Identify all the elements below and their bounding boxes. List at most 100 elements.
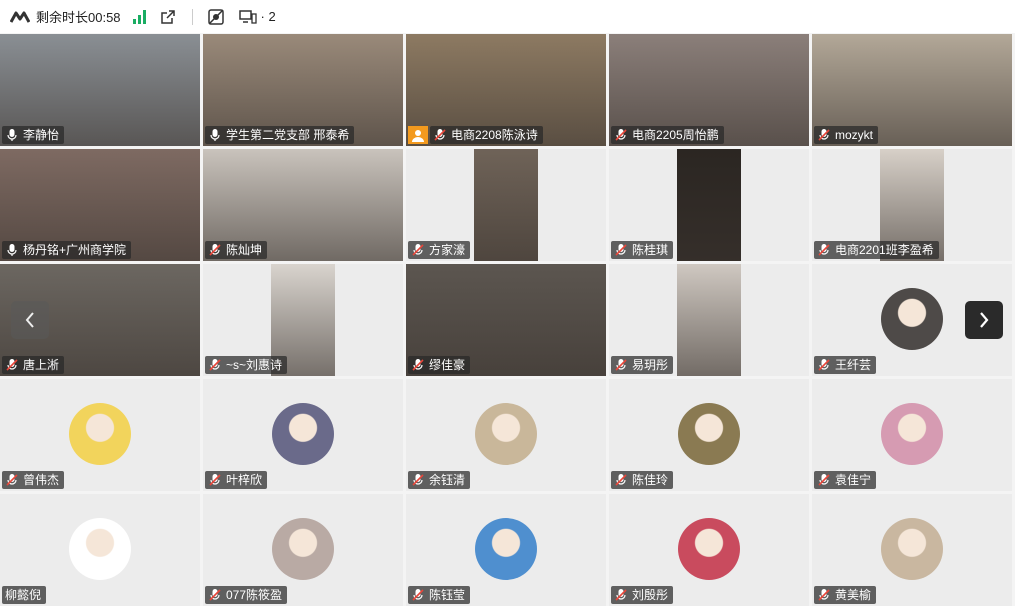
participant-name: 学生第二党支部 邢泰希 [226, 128, 350, 142]
participant-tile[interactable]: 余钰清 [406, 379, 606, 491]
participant-tile[interactable]: 黄美榆 [812, 494, 1012, 606]
participant-tile[interactable]: 袁佳宁 [812, 379, 1012, 491]
participant-name-tag: 叶梓欣 [205, 471, 268, 489]
participant-tile[interactable]: 电商2201班李盈希 [812, 149, 1012, 261]
participant-tile[interactable]: 电商2208陈泳诗 [406, 34, 606, 146]
participant-name: 叶梓欣 [226, 473, 263, 487]
participant-name-tag: 余钰清 [408, 471, 471, 489]
participant-tile[interactable]: mozykt [812, 34, 1012, 146]
participant-name: 王纤芸 [835, 358, 872, 372]
participant-tile[interactable]: 叶梓欣 [203, 379, 403, 491]
participant-tile[interactable]: 陈钰莹 [406, 494, 606, 606]
participant-name: 余钰清 [429, 473, 466, 487]
mic-muted-icon [614, 473, 628, 487]
participant-tile[interactable]: 曾伟杰 [0, 379, 200, 491]
mic-muted-icon [614, 358, 628, 372]
toolbar: 剩余时长00:58 · 2 [0, 0, 1015, 33]
participant-name: 曾伟杰 [23, 473, 60, 487]
participant-name-tag: 缪佳豪 [408, 356, 471, 374]
participant-tile[interactable]: 刘殷彤 [609, 494, 809, 606]
participant-name: 电商2208陈泳诗 [451, 128, 538, 142]
mic-muted-icon [411, 588, 425, 602]
participant-tile[interactable]: 李静怡 [0, 34, 200, 146]
mic-muted-icon [817, 473, 831, 487]
mic-muted-icon [614, 588, 628, 602]
participant-name-tag: 易玥彤 [611, 356, 674, 374]
participant-name-tag: 陈灿坤 [205, 241, 268, 259]
participant-name-tag: 电商2208陈泳诗 [430, 126, 543, 144]
mic-muted-icon [433, 128, 447, 142]
mic-muted-icon [411, 358, 425, 372]
mic-muted-icon [817, 358, 831, 372]
mic-muted-icon [817, 128, 831, 142]
participant-name-tag: 电商2201班李盈希 [814, 241, 939, 259]
participant-name-tag: 陈桂琪 [611, 241, 674, 259]
mic-on-icon [5, 243, 19, 257]
mic-on-icon [5, 128, 19, 142]
prev-page-button[interactable] [11, 301, 49, 339]
participant-name-tag: 刘殷彤 [611, 586, 674, 604]
participant-name-tag: 曾伟杰 [2, 471, 65, 489]
video-feed [474, 149, 538, 261]
share-link-icon[interactable] [160, 9, 176, 25]
video-feed [677, 149, 741, 261]
participant-name: 杨丹铭+广州商学院 [23, 243, 127, 257]
participant-name: 电商2201班李盈希 [835, 243, 934, 257]
video-feed [677, 264, 741, 376]
avatar [678, 403, 740, 465]
mic-muted-icon [208, 358, 222, 372]
participant-tile[interactable]: 陈灿坤 [203, 149, 403, 261]
toolbar-divider [191, 8, 193, 25]
participant-tile[interactable]: 方家濠 [406, 149, 606, 261]
participant-name: 黄美榆 [835, 588, 872, 602]
participant-name: 唐上淅 [23, 358, 60, 372]
participant-name-tag: 李静怡 [2, 126, 65, 144]
participant-name: 柳懿倪 [5, 588, 42, 602]
participant-tile[interactable]: 易玥彤 [609, 264, 809, 376]
participant-tile[interactable]: 学生第二党支部 邢泰希 [203, 34, 403, 146]
participant-name-tag: 方家濠 [408, 241, 471, 259]
participant-name-tag: 陈钰莹 [408, 586, 471, 604]
signal-strength-icon[interactable] [132, 9, 146, 24]
participant-name: 李静怡 [23, 128, 60, 142]
participant-tile[interactable]: 陈佳玲 [609, 379, 809, 491]
participant-tile[interactable]: 陈桂琪 [609, 149, 809, 261]
device-count[interactable]: · 2 [238, 9, 276, 25]
mic-muted-icon [5, 473, 19, 487]
participant-name: 电商2205周怡鹏 [632, 128, 719, 142]
participant-name: 缪佳豪 [429, 358, 466, 372]
participant-tile[interactable]: 杨丹铭+广州商学院 [0, 149, 200, 261]
mic-muted-icon [817, 243, 831, 257]
participant-grid: 李静怡 学生第二党支部 邢泰希 电商2208陈泳诗 电商2205周怡鹏 mozykt 杨丹… [0, 34, 1015, 606]
participant-name-tag: 唐上淅 [2, 356, 65, 374]
meeting-logo-icon [10, 11, 30, 23]
mic-muted-icon [411, 473, 425, 487]
host-badge-icon [408, 126, 428, 144]
participant-tile[interactable]: 077陈筱盈 [203, 494, 403, 606]
participant-name-tag: 学生第二党支部 邢泰希 [205, 126, 355, 144]
device-count-label: · 2 [260, 9, 276, 24]
participant-tile[interactable]: 电商2205周怡鹏 [609, 34, 809, 146]
participant-tile[interactable]: 缪佳豪 [406, 264, 606, 376]
mic-muted-icon [5, 358, 19, 372]
participant-name-tag: 袁佳宁 [814, 471, 877, 489]
participant-name: mozykt [835, 128, 874, 142]
mic-muted-icon [614, 128, 628, 142]
participant-name-tag: 陈佳玲 [611, 471, 674, 489]
avatar [475, 518, 537, 580]
participant-tile[interactable]: ~s~刘惠诗 [203, 264, 403, 376]
participant-name: 陈桂琪 [632, 243, 669, 257]
participant-tile[interactable]: 柳懿倪 [0, 494, 200, 606]
participant-name: 刘殷彤 [632, 588, 669, 602]
participant-name-tag: 王纤芸 [814, 356, 877, 374]
chevron-left-icon [25, 312, 34, 328]
next-page-button[interactable] [965, 301, 1003, 339]
remaining-time: 剩余时长00:58 [36, 10, 121, 25]
participant-name-tag: ~s~刘惠诗 [205, 356, 288, 374]
recording-off-icon[interactable] [207, 8, 225, 26]
mic-muted-icon [614, 243, 628, 257]
avatar [881, 518, 943, 580]
participant-name: 袁佳宁 [835, 473, 872, 487]
mic-muted-icon [208, 588, 222, 602]
participant-name-tag: 077陈筱盈 [205, 586, 288, 604]
